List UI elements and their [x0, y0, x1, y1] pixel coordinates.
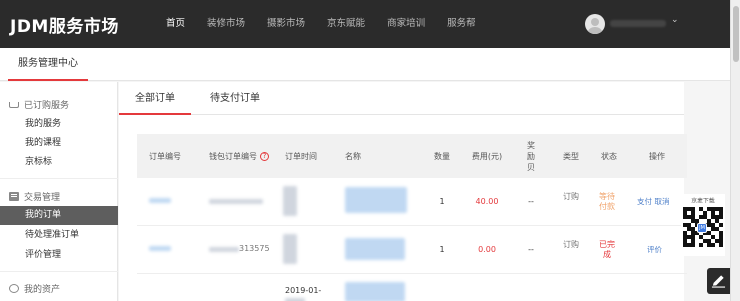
col-status: 状态	[601, 151, 617, 161]
chevron-down-icon[interactable]: ⌄	[671, 15, 679, 25]
qty-value: 1	[439, 197, 445, 206]
sidebar-group-label: 已订购服务	[24, 101, 70, 111]
tab-all-orders[interactable]: 全部订单	[119, 82, 191, 115]
nav-merchant-training[interactable]: 商家培训	[387, 0, 425, 48]
fee-value: 40.00	[475, 197, 499, 206]
order-time-partial: 2019-01-	[285, 286, 322, 295]
table-row: 1 40.00 -- 订购 等待付款 支付 取消	[137, 178, 687, 226]
table-row: 313575 1 0.00 -- 订购 已完成 评价	[137, 226, 687, 274]
col-wallet-no: 钱包订单编号 ?	[209, 134, 269, 178]
wallet-no-redacted	[209, 247, 239, 252]
table-row: 2019-01-	[137, 274, 687, 301]
main-nav: 首页 装修市场 摄影市场 京东赋能 商家培训 服务帮	[166, 0, 498, 48]
sidebar-group-assets[interactable]: 我的资产	[9, 282, 60, 295]
col-wallet-no-label: 钱包订单编号	[209, 151, 257, 161]
name-redacted[interactable]	[345, 282, 405, 301]
sidebar: 已订购服务 我的服务 我的课程 京标标 交易管理 我的订单 待处理准订单 评价管…	[0, 82, 118, 301]
col-order-time: 订单时间	[285, 151, 317, 161]
pay-link[interactable]: 支付	[637, 197, 652, 206]
sidebar-item-pending-orders[interactable]: 待处理准订单	[0, 226, 118, 245]
nav-service-help[interactable]: 服务帮	[447, 0, 476, 48]
col-name: 名称	[345, 151, 361, 161]
row-actions: 支付 取消	[637, 197, 670, 207]
sidebar-item-my-courses[interactable]: 我的课程	[0, 134, 118, 153]
sidebar-divider	[0, 178, 118, 179]
type-value: 订购	[563, 240, 579, 249]
qty-value: 1	[439, 245, 445, 254]
name-redacted[interactable]	[345, 238, 405, 260]
qr-title: 京麦下载	[691, 197, 715, 205]
name-redacted[interactable]	[345, 187, 407, 213]
page-scrollbar[interactable]	[730, 0, 740, 301]
pencil-icon	[711, 275, 726, 288]
scrollbar-thumb[interactable]	[733, 6, 739, 62]
order-time-redacted	[283, 234, 297, 264]
bonus-value: --	[528, 245, 534, 254]
col-order-no: 订单编号	[149, 151, 181, 161]
nav-photo-market[interactable]: 摄影市场	[267, 0, 305, 48]
order-no-redacted	[149, 246, 171, 251]
top-navbar: JDM服务市场 首页 装修市场 摄影市场 京东赋能 商家培训 服务帮 ⌄	[0, 0, 730, 48]
row-actions: 评价	[647, 245, 662, 255]
nav-home[interactable]: 首页	[166, 0, 185, 48]
table-header: 订单编号 钱包订单编号 ? 订单时间 名称 数量 费用(元) 奖励贝 类型 状态…	[137, 134, 687, 178]
cancel-link[interactable]: 取消	[655, 197, 670, 206]
sidebar-item-my-services[interactable]: 我的服务	[0, 115, 118, 134]
wallet-no-partial: 313575	[239, 244, 270, 253]
status-badge: 已完成	[599, 240, 615, 259]
site-logo[interactable]: JDM服务市场	[10, 12, 119, 37]
order-tabs: 全部订单 待支付订单	[119, 82, 684, 115]
status-badge: 等待付款	[599, 192, 615, 211]
sub-header: 服务管理中心	[0, 48, 730, 81]
box-icon	[9, 192, 19, 201]
page-title[interactable]: 服务管理中心	[8, 48, 88, 81]
sidebar-item-jd-tag[interactable]: 京标标	[0, 153, 118, 172]
nav-decoration-market[interactable]: 装修市场	[207, 0, 245, 48]
help-icon[interactable]: ?	[260, 151, 269, 161]
col-type: 类型	[563, 151, 579, 161]
sidebar-group-transactions: 交易管理	[9, 190, 60, 203]
sidebar-divider	[0, 271, 118, 272]
col-action: 操作	[649, 151, 665, 161]
sidebar-group-subscribed: 已订购服务	[9, 98, 69, 111]
app-download-qr[interactable]: 京麦下载 JM	[681, 194, 725, 256]
review-link[interactable]: 评价	[647, 245, 662, 254]
tab-pending-payment[interactable]: 待支付订单	[199, 82, 271, 115]
wallet-no-redacted	[209, 199, 263, 204]
sidebar-group-label: 交易管理	[24, 193, 61, 203]
jm-logo-icon: JM	[697, 223, 707, 233]
col-qty: 数量	[434, 151, 450, 161]
orders-panel: 全部订单 待支付订单 订单编号 钱包订单编号 ? 订单时间 名称 数量 费用(元…	[119, 82, 687, 301]
asset-icon	[9, 284, 19, 293]
col-bonus: 奖励贝	[527, 140, 535, 172]
sidebar-item-my-orders[interactable]: 我的订单	[0, 206, 118, 225]
feedback-button[interactable]	[707, 268, 730, 294]
order-no-redacted	[149, 198, 171, 203]
order-time-redacted	[283, 186, 297, 216]
avatar[interactable]	[585, 14, 605, 34]
bonus-value: --	[528, 197, 534, 206]
col-fee: 费用(元)	[471, 151, 503, 161]
type-value: 订购	[563, 192, 579, 201]
sidebar-item-reviews[interactable]: 评价管理	[0, 246, 118, 265]
cart-icon	[9, 102, 19, 108]
nav-jd-empower[interactable]: 京东赋能	[327, 0, 365, 48]
username-redacted[interactable]	[610, 20, 666, 27]
fee-value: 0.00	[478, 245, 496, 254]
sidebar-group-label: 我的资产	[24, 285, 61, 295]
